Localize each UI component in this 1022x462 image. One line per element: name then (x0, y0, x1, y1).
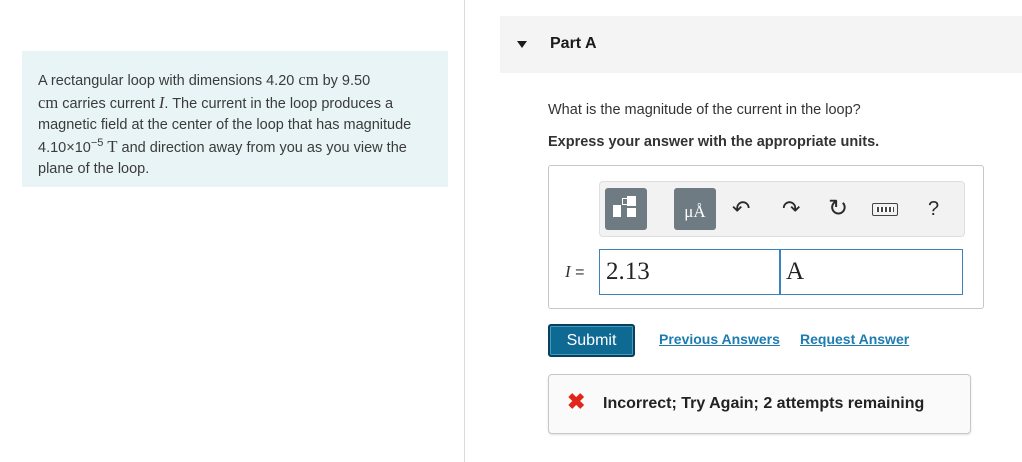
feedback-message: Incorrect; Try Again; 2 attempts remaini… (603, 395, 925, 412)
previous-answers-link[interactable]: Previous Answers (659, 331, 780, 347)
dim2-value: 9.50 (341, 73, 371, 89)
part-title: Part A (550, 35, 597, 52)
math-toolbar: μÅ ↶ ↷ ↻ ? (599, 181, 965, 237)
dim2-unit: cm (38, 93, 59, 112)
reset-icon[interactable]: ↻ (828, 195, 848, 223)
units-icon[interactable]: μÅ (674, 188, 716, 230)
dim1-value: 4.20 (266, 73, 295, 89)
help-icon[interactable]: ? (928, 195, 939, 223)
answer-box: μÅ ↶ ↷ ↻ ? I = 2.13 A (548, 165, 984, 309)
column-divider (464, 0, 465, 462)
problem-carries: carries current (58, 96, 159, 112)
problem-intro: A rectangular loop with dimensions (38, 73, 267, 89)
templates-icon[interactable] (605, 188, 647, 230)
request-answer-link[interactable]: Request Answer (800, 331, 909, 347)
answer-value-input[interactable]: 2.13 (599, 249, 780, 295)
feedback-box: ✖ Incorrect; Try Again; 2 attempts remai… (548, 374, 971, 434)
incorrect-x-icon: ✖ (567, 389, 586, 414)
question-text: What is the magnitude of the current in … (548, 102, 861, 118)
collapse-triangle-icon[interactable] (517, 41, 527, 48)
field-exponent: −5 (90, 137, 104, 149)
answer-units-input[interactable]: A (780, 249, 963, 295)
instruction-text: Express your answer with the appropriate… (548, 134, 880, 150)
part-header[interactable]: Part A (500, 16, 1022, 73)
variable-label: I = (565, 262, 584, 282)
keyboard-icon[interactable] (872, 203, 898, 216)
equals-sign: = (570, 264, 585, 281)
redo-icon[interactable]: ↷ (782, 195, 800, 223)
submit-button[interactable]: Submit (548, 324, 635, 357)
field-mantissa: 4.10×10 (38, 140, 91, 156)
undo-icon[interactable]: ↶ (732, 195, 750, 223)
problem-by: by (318, 73, 342, 89)
dim1-unit: cm (298, 70, 319, 89)
field-unit: T (107, 137, 118, 156)
problem-statement: A rectangular loop with dimensions 4.20 … (22, 51, 448, 187)
